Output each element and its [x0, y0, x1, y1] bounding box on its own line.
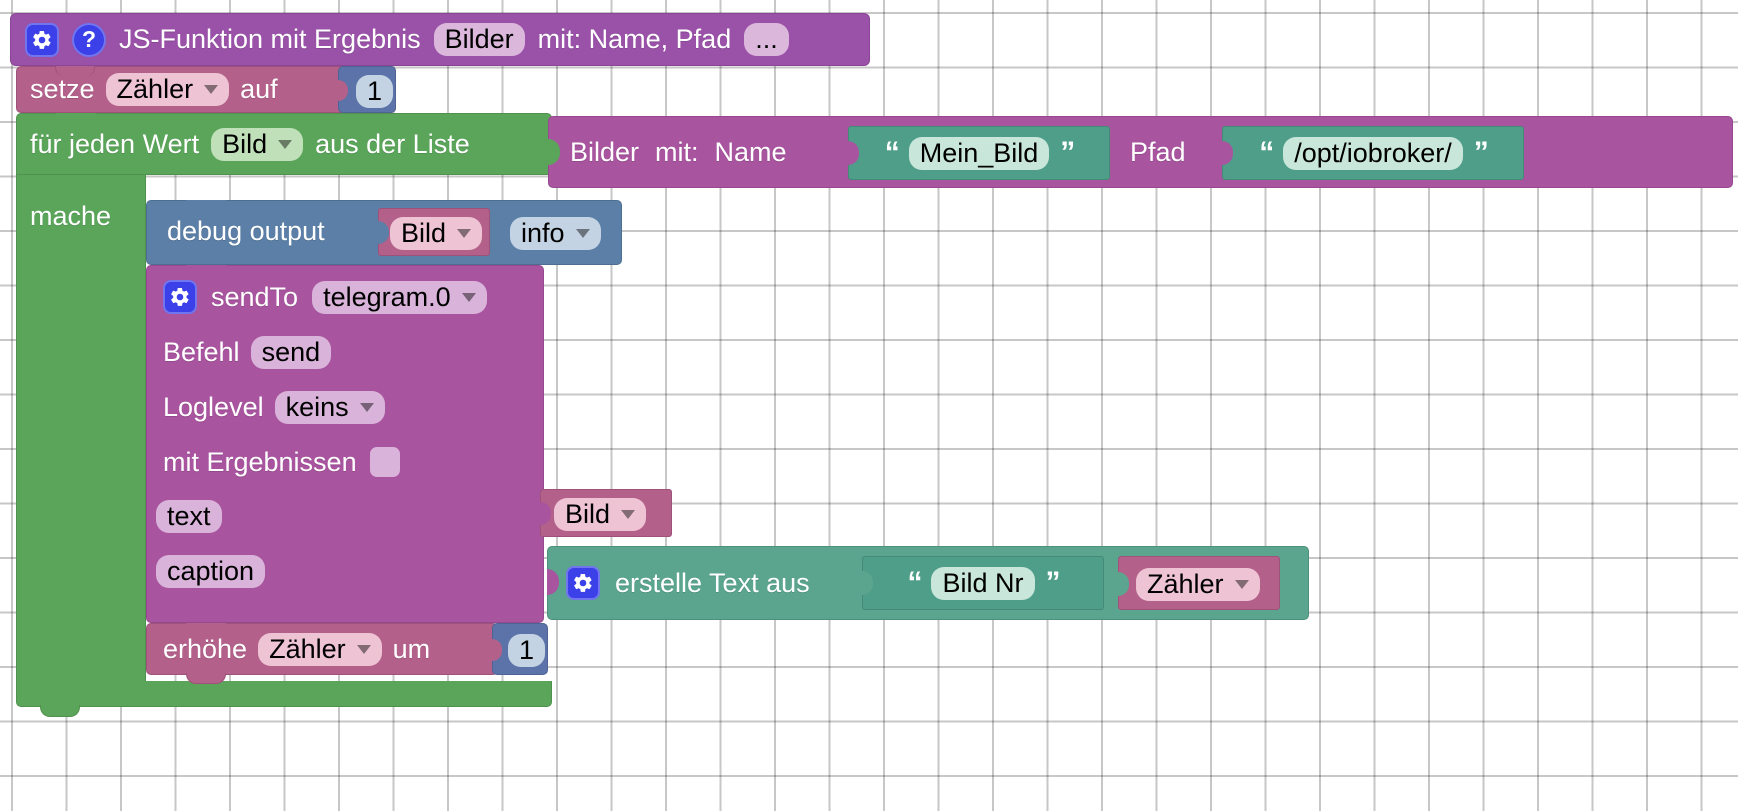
- number-value-field[interactable]: 1: [356, 75, 394, 108]
- sendto-instance-dropdown[interactable]: telegram.0: [312, 280, 487, 314]
- call-function-arg1-label: Name: [714, 136, 787, 167]
- set-variable-dropdown[interactable]: Zähler: [105, 73, 230, 106]
- sendto-command-row: Befehl send: [163, 335, 332, 369]
- set-label-prefix: setze: [30, 74, 95, 104]
- debug-value-dropdown[interactable]: Bild: [390, 217, 483, 250]
- for-each-label-prefix: für jeden Wert: [30, 128, 200, 159]
- increment-label-suffix: um: [392, 633, 431, 664]
- create-text-row: erstelle Text aus: [566, 546, 810, 620]
- gear-icon[interactable]: [25, 22, 59, 57]
- increment-row: erhöhe Zähler um: [163, 623, 430, 675]
- block-string-pfad[interactable]: “ /opt/iobroker/ ”: [1222, 126, 1524, 180]
- increment-number-field[interactable]: 1: [508, 634, 546, 667]
- sendto-caption-label: caption: [156, 555, 266, 588]
- quote-open-icon: “: [884, 136, 900, 169]
- block-string-mein-bild[interactable]: “ Mein_Bild ”: [848, 126, 1110, 180]
- for-each-bottom-bar: [16, 681, 552, 707]
- string-value-name[interactable]: Mein_Bild: [908, 136, 1050, 170]
- sendto-loglevel-dropdown[interactable]: keins: [274, 390, 385, 424]
- debug-output-label: debug output: [167, 216, 325, 246]
- function-name-field[interactable]: Bilder: [433, 23, 525, 56]
- sendto-command-field[interactable]: send: [250, 335, 332, 369]
- call-function-name: Bilder: [570, 136, 640, 167]
- quote-close-icon: ”: [1045, 566, 1061, 599]
- block-js-function-definition[interactable]: ? JS-Funktion mit Ergebnis Bilder mit: N…: [10, 13, 870, 66]
- create-text-variable-dropdown[interactable]: Zähler: [1136, 568, 1260, 601]
- sendto-loglevel-label: Loglevel: [163, 391, 264, 422]
- help-icon[interactable]: ?: [72, 22, 106, 57]
- quote-close-icon: ”: [1473, 136, 1489, 169]
- gear-icon[interactable]: [163, 280, 197, 314]
- function-def-label: JS-Funktion mit Ergebnis: [119, 24, 421, 54]
- call-function-arg2-label: Pfad: [1130, 137, 1186, 167]
- set-variable-row: setze Zähler auf: [30, 66, 278, 113]
- call-function-args-label: mit:: [655, 136, 699, 167]
- create-text-label: erstelle Text aus: [615, 567, 810, 598]
- for-each-variable-dropdown[interactable]: Bild: [211, 127, 304, 161]
- sendto-text-variable-dropdown[interactable]: Bild: [554, 498, 647, 531]
- quote-open-icon: “: [907, 566, 922, 599]
- quote-close-icon: ”: [1060, 136, 1075, 169]
- quote-open-icon: “: [1259, 136, 1274, 169]
- sendto-loglevel-row: Loglevel keins: [163, 390, 385, 424]
- sendto-label: sendTo: [211, 281, 299, 312]
- debug-output-notch: [186, 200, 226, 211]
- for-each-left-column: [16, 175, 146, 695]
- increment-variable-dropdown[interactable]: Zähler: [258, 632, 382, 666]
- call-function-row: Bilder mit: Name: [570, 116, 787, 188]
- sendto-with-results-label: mit Ergebnissen: [163, 446, 357, 477]
- for-each-row: für jeden Wert Bild aus der Liste: [30, 113, 470, 175]
- gear-icon[interactable]: [566, 566, 600, 600]
- sendto-with-results-checkbox[interactable]: [369, 447, 400, 477]
- sendto-with-results-row: mit Ergebnissen: [163, 446, 400, 478]
- function-more-field[interactable]: ...: [744, 23, 789, 56]
- sendto-notch: [186, 265, 226, 276]
- debug-level-dropdown[interactable]: info: [510, 217, 601, 250]
- function-params-label: mit: Name, Pfad: [537, 24, 732, 54]
- for-each-do-label: mache: [30, 201, 112, 231]
- string-value-path[interactable]: /opt/iobroker/: [1283, 136, 1463, 170]
- create-text-string-field[interactable]: Bild Nr: [931, 566, 1035, 600]
- sendto-header-row: sendTo telegram.0: [163, 278, 487, 316]
- increment-label-prefix: erhöhe: [163, 633, 248, 664]
- for-each-label-suffix: aus der Liste: [315, 128, 470, 159]
- block-string-bild-nr[interactable]: “ Bild Nr ”: [862, 556, 1104, 610]
- sendto-text-label: text: [156, 500, 222, 533]
- for-each-bottom-notch: [40, 705, 80, 717]
- sendto-command-label: Befehl: [163, 336, 240, 367]
- set-label-suffix: auf: [240, 74, 278, 104]
